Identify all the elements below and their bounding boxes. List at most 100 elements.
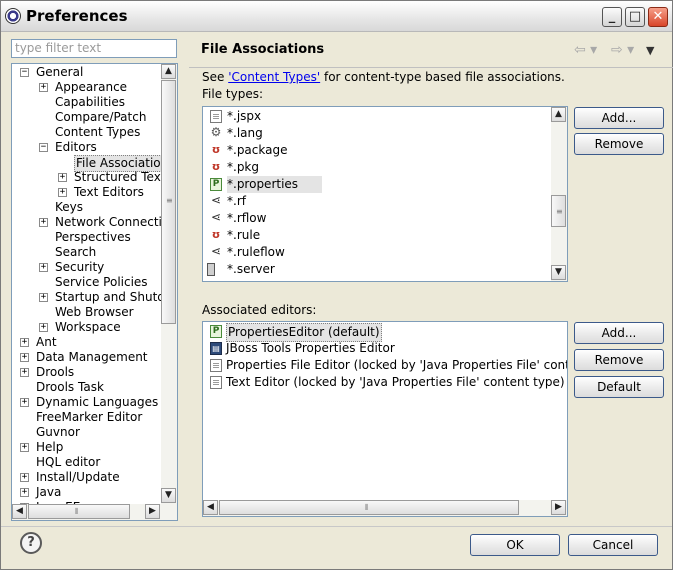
file-type-row[interactable]: P *.properties xyxy=(203,176,551,193)
tree-item[interactable]: − General xyxy=(12,65,162,80)
expand-icon[interactable]: + xyxy=(20,398,29,407)
expand-icon[interactable]: + xyxy=(20,443,29,452)
expand-icon[interactable]: + xyxy=(20,338,29,347)
editor-row[interactable]: P PropertiesEditor (default) xyxy=(203,323,567,342)
expand-icon[interactable]: + xyxy=(58,173,67,182)
tree-item[interactable]: + Java xyxy=(12,485,162,500)
minimize-button[interactable]: _ xyxy=(602,7,622,27)
tree-item[interactable]: + Security xyxy=(12,260,162,275)
properties-icon: P xyxy=(210,178,222,191)
tree-item[interactable]: Drools Task xyxy=(12,380,162,395)
scroll-down-arrow[interactable]: ▼ xyxy=(161,488,176,503)
tree-item[interactable]: + Dynamic Languages xyxy=(12,395,162,410)
expand-icon[interactable]: + xyxy=(39,263,48,272)
maximize-button[interactable]: □ xyxy=(625,7,645,27)
collapse-icon[interactable]: − xyxy=(39,143,48,152)
file-type-row[interactable]: ʊ *.pkg xyxy=(203,159,551,176)
back-arrow-icon[interactable]: ⇦ ▾ xyxy=(574,42,597,58)
cancel-button[interactable]: Cancel xyxy=(568,534,658,556)
editors-horizontal-scrollbar[interactable]: ◀ ⦀ ▶ xyxy=(203,500,567,516)
tree-item[interactable]: + Startup and Shutdown xyxy=(12,290,162,305)
editor-row[interactable]: Text Editor (locked by 'Java Properties … xyxy=(203,374,567,391)
tree-item[interactable]: Guvnor xyxy=(12,425,162,440)
tree-item[interactable]: Web Browser xyxy=(12,305,162,320)
tree-item[interactable]: + Structured Text Editors xyxy=(12,170,162,185)
scroll-up-arrow[interactable]: ▲ xyxy=(161,64,176,79)
tree-item[interactable]: FreeMarker Editor xyxy=(12,410,162,425)
tree-item[interactable]: Search xyxy=(12,245,162,260)
tree-item[interactable]: Perspectives xyxy=(12,230,162,245)
filter-input[interactable]: type filter text xyxy=(11,39,177,58)
editor-row[interactable]: ▤ JBoss Tools Properties Editor xyxy=(203,340,567,357)
expand-icon[interactable]: + xyxy=(20,473,29,482)
add-file-type-button[interactable]: Add... xyxy=(574,107,664,129)
expand-icon[interactable]: + xyxy=(20,488,29,497)
scroll-left-arrow[interactable]: ◀ xyxy=(203,500,218,515)
scroll-thumb[interactable]: ≡ xyxy=(161,80,176,324)
remove-file-type-button[interactable]: Remove xyxy=(574,133,664,155)
file-type-row[interactable]: ʊ *.package xyxy=(203,142,551,159)
tree-item[interactable]: Keys xyxy=(12,200,162,215)
file-types-vertical-scrollbar[interactable]: ▲ ≡ ▼ xyxy=(551,107,567,281)
flow-icon: ⋖ xyxy=(210,193,222,207)
tree-item[interactable]: + Network Connections xyxy=(12,215,162,230)
title-bar[interactable]: Preferences _ □ ✕ xyxy=(1,1,672,32)
scroll-thumb[interactable]: ⦀ xyxy=(219,500,519,515)
scroll-right-arrow[interactable]: ▶ xyxy=(551,500,566,515)
tree-item[interactable]: Content Types xyxy=(12,125,162,140)
forward-arrow-icon[interactable]: ⇨ ▾ xyxy=(611,42,634,58)
tree-item[interactable]: HQL editor xyxy=(12,455,162,470)
tree-item[interactable]: File Associations xyxy=(12,155,162,172)
file-type-row[interactable]: *.jspx xyxy=(203,108,551,125)
file-types-label: File types: xyxy=(202,87,263,101)
tree-item[interactable]: + Install/Update xyxy=(12,470,162,485)
tree-horizontal-scrollbar[interactable]: ◀ ⦀ ▶ xyxy=(12,504,177,520)
file-type-row[interactable]: ⋖ *.ruleflow xyxy=(203,244,551,261)
editor-label: Text Editor (locked by 'Java Properties … xyxy=(226,375,565,389)
add-editor-button[interactable]: Add... xyxy=(574,322,664,344)
tree-item[interactable]: Compare/Patch xyxy=(12,110,162,125)
doc-icon xyxy=(210,110,222,123)
file-type-row[interactable]: ⋖ *.rf xyxy=(203,193,551,210)
expand-icon[interactable]: + xyxy=(39,218,48,227)
expand-icon[interactable]: + xyxy=(20,353,29,362)
expand-icon[interactable]: + xyxy=(39,293,48,302)
tree-item[interactable]: + Workspace xyxy=(12,320,162,335)
editor-label: JBoss Tools Properties Editor xyxy=(226,341,395,355)
file-type-row[interactable]: ⋖ *.rflow xyxy=(203,210,551,227)
tree-item[interactable]: + Data Management xyxy=(12,350,162,365)
close-button[interactable]: ✕ xyxy=(648,7,668,27)
editor-row[interactable]: Properties File Editor (locked by 'Java … xyxy=(203,357,567,374)
associated-editors-list[interactable]: P PropertiesEditor (default) ▤ JBoss Tools … xyxy=(202,321,568,517)
expand-icon[interactable]: + xyxy=(39,83,48,92)
tree-item[interactable]: Service Policies xyxy=(12,275,162,290)
file-type-row[interactable]: ⚙ *.lang xyxy=(203,125,551,142)
tree-item[interactable]: + Ant xyxy=(12,335,162,350)
expand-icon[interactable]: + xyxy=(20,368,29,377)
ok-button[interactable]: OK xyxy=(470,534,560,556)
tree-item[interactable]: Capabilities xyxy=(12,95,162,110)
tree-item[interactable]: + Text Editors xyxy=(12,185,162,200)
tree-item[interactable]: + Drools xyxy=(12,365,162,380)
tree-vertical-scrollbar[interactable]: ▲ ≡ ▼ xyxy=(161,64,177,504)
default-editor-button[interactable]: Default xyxy=(574,376,664,398)
view-menu-icon[interactable]: ▼ xyxy=(646,44,654,57)
content-types-link[interactable]: 'Content Types' xyxy=(228,70,320,84)
file-type-row[interactable]: ʊ *.rule xyxy=(203,227,551,244)
scroll-right-arrow[interactable]: ▶ xyxy=(145,504,160,519)
scroll-thumb[interactable]: ≡ xyxy=(551,195,566,227)
tree-item[interactable]: + Appearance xyxy=(12,80,162,95)
expand-icon[interactable]: + xyxy=(39,323,48,332)
file-type-row[interactable]: *.server xyxy=(203,261,551,278)
expand-icon[interactable]: + xyxy=(58,188,67,197)
scroll-left-arrow[interactable]: ◀ xyxy=(12,504,27,519)
collapse-icon[interactable]: − xyxy=(20,68,29,77)
help-icon[interactable]: ? xyxy=(20,532,42,554)
scroll-up-arrow[interactable]: ▲ xyxy=(551,107,566,122)
scroll-down-arrow[interactable]: ▼ xyxy=(551,265,566,280)
tree-item[interactable]: − Editors xyxy=(12,140,162,155)
scroll-thumb[interactable]: ⦀ xyxy=(28,504,130,519)
file-types-list[interactable]: *.jspx ⚙ *.lang ʊ *.package ʊ *.pkg P *.properti… xyxy=(202,106,568,282)
remove-editor-button[interactable]: Remove xyxy=(574,349,664,371)
tree-item[interactable]: + Help xyxy=(12,440,162,455)
